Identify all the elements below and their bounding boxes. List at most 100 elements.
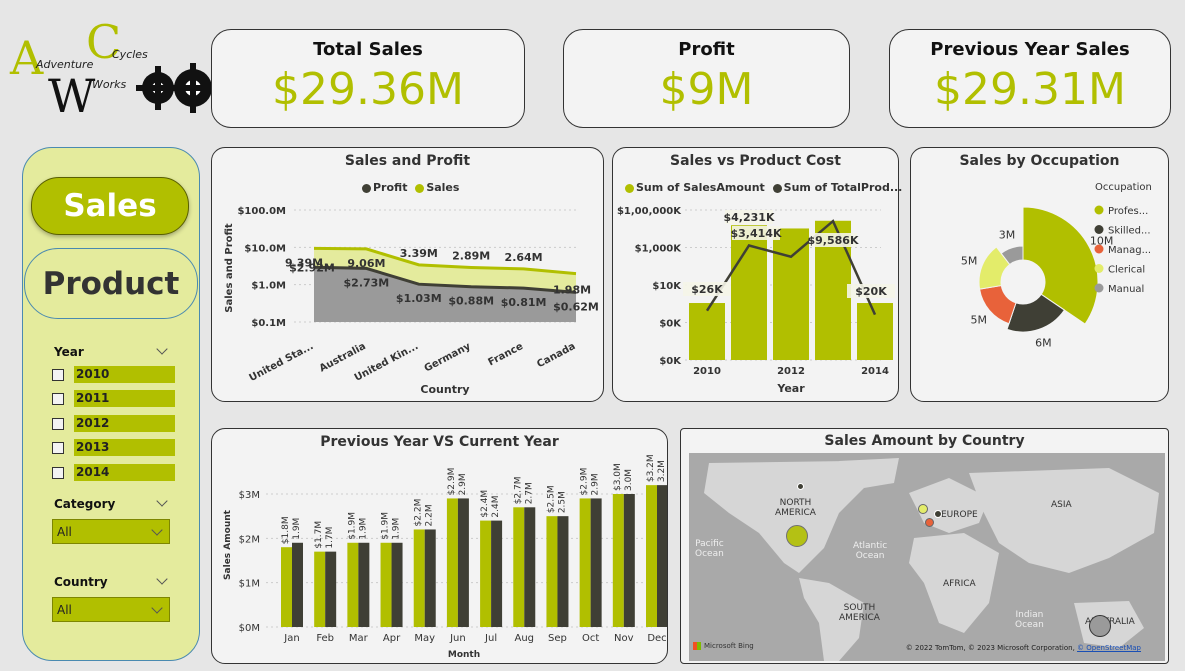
y-tick-label: $0M bbox=[239, 623, 260, 634]
y-tick-label: $3M bbox=[239, 490, 260, 501]
data-label: $1.9M bbox=[381, 512, 391, 540]
kpi-title: Previous Year Sales bbox=[930, 39, 1130, 60]
map-canvas[interactable]: NORTH AMERICA EUROPE ASIA AFRICA SOUTH A… bbox=[689, 453, 1165, 661]
x-tick-label: Feb bbox=[316, 633, 334, 644]
bar-current-year bbox=[623, 494, 635, 627]
data-label: $2.7M bbox=[513, 476, 523, 504]
bubble-france[interactable] bbox=[925, 518, 934, 527]
year-option-2010[interactable]: 2010 bbox=[52, 366, 175, 383]
data-label: $1.7M bbox=[314, 521, 324, 549]
y-tick-label: $0K bbox=[659, 356, 682, 367]
category-slicer-title: Category bbox=[54, 497, 116, 511]
y-tick-label: $10K bbox=[652, 281, 682, 292]
data-label: $1.8M bbox=[281, 516, 291, 544]
year-option-label: 2014 bbox=[74, 464, 175, 481]
checkbox[interactable] bbox=[52, 441, 64, 454]
osm-link[interactable]: © OpenStreetMap bbox=[1077, 644, 1141, 652]
year-option-2013[interactable]: 2013 bbox=[52, 439, 175, 456]
map-label-north-america: NORTH AMERICA bbox=[775, 498, 816, 518]
data-label: 2.64M bbox=[505, 251, 543, 264]
product-button[interactable]: Product bbox=[24, 248, 198, 319]
product-button-label: Product bbox=[42, 265, 180, 302]
data-label: 1.9M bbox=[358, 518, 368, 540]
map-label-south-america: SOUTH AMERICA bbox=[839, 603, 880, 623]
category-dropdown[interactable]: All bbox=[52, 519, 170, 544]
data-label: 6M bbox=[1035, 337, 1052, 350]
bubble-united-kingdom[interactable] bbox=[918, 504, 928, 514]
sales-button[interactable]: Sales bbox=[31, 177, 189, 235]
data-label: $1.9M bbox=[347, 512, 357, 540]
bar-current-year bbox=[292, 542, 303, 627]
data-label: 3.39M bbox=[400, 247, 438, 260]
sales-map[interactable]: Sales Amount by Country NORTH AMERICA EU… bbox=[680, 428, 1169, 664]
bubble-canada[interactable] bbox=[797, 483, 804, 490]
sales-vs-cost-chart[interactable]: Sales vs Product Cost Sum of SalesAmount… bbox=[612, 147, 902, 402]
data-label: 2.4M bbox=[491, 496, 501, 518]
data-label: 2.7M bbox=[524, 482, 534, 504]
x-axis-title: Year bbox=[776, 382, 805, 395]
x-tick-label: Oct bbox=[582, 633, 599, 644]
bubble-australia[interactable] bbox=[1089, 615, 1111, 637]
kpi-previous-year-sales: Previous Year Sales $29.31M bbox=[889, 29, 1171, 128]
kpi-total-sales: Total Sales $29.36M bbox=[211, 29, 525, 128]
attribution-text: © 2022 TomTom, © 2023 Microsoft Corporat… bbox=[905, 644, 1075, 652]
data-label: 5M bbox=[971, 314, 988, 327]
year-option-label: 2010 bbox=[74, 366, 175, 383]
bar-sales bbox=[773, 228, 809, 360]
legend-item: Clerical bbox=[1108, 265, 1145, 276]
data-label: $2.9M bbox=[447, 468, 457, 496]
bar-previous-year bbox=[281, 547, 292, 627]
bar-previous-year bbox=[446, 498, 458, 627]
checkbox[interactable] bbox=[52, 368, 64, 381]
prev-vs-current-plot: $3M$2M$1M$0M$1.8M 1.9MJan$1.7M 1.7MFeb$1.9… bbox=[223, 454, 667, 660]
data-label: $3,414K bbox=[731, 227, 782, 240]
map-attribution: © 2022 TomTom, © 2023 Microsoft Corporat… bbox=[906, 644, 1141, 652]
year-option-2012[interactable]: 2012 bbox=[52, 415, 175, 432]
bar-current-year bbox=[457, 498, 469, 627]
year-option-label: 2011 bbox=[74, 390, 175, 407]
logo-text-3: Works bbox=[92, 78, 126, 91]
bar-previous-year bbox=[347, 542, 359, 627]
x-tick-label: Nov bbox=[614, 633, 634, 644]
data-label: $26K bbox=[691, 283, 723, 296]
y-tick-label: $10.0M bbox=[244, 243, 286, 254]
kpi-value: $29.36M bbox=[272, 64, 464, 115]
data-label: 3.0M bbox=[624, 469, 634, 491]
data-label: $1.03M bbox=[396, 292, 442, 305]
legend-item: Manag... bbox=[1108, 245, 1151, 256]
bar-previous-year bbox=[380, 542, 392, 627]
legend-marker bbox=[1094, 283, 1104, 293]
bar-previous-year bbox=[646, 485, 657, 627]
x-tick-label: Jul bbox=[484, 633, 497, 644]
bar-current-year bbox=[491, 520, 503, 627]
year-option-2011[interactable]: 2011 bbox=[52, 390, 175, 407]
checkbox[interactable] bbox=[52, 417, 64, 430]
bar-current-year bbox=[557, 516, 569, 627]
kpi-title: Total Sales bbox=[313, 39, 423, 60]
bar-current-year bbox=[590, 498, 602, 627]
checkbox[interactable] bbox=[52, 466, 64, 479]
year-slicer-title: Year bbox=[54, 345, 84, 359]
x-tick-label: France bbox=[487, 341, 526, 369]
year-option-2014[interactable]: 2014 bbox=[52, 464, 175, 481]
kpi-value: $29.31M bbox=[934, 64, 1126, 115]
bubble-germany[interactable] bbox=[934, 510, 942, 518]
bar-current-year bbox=[524, 507, 536, 627]
x-tick-label: Jun bbox=[449, 633, 466, 644]
y-tick-label: $1.0M bbox=[251, 281, 286, 292]
legend-marker bbox=[1094, 264, 1104, 273]
country-dropdown[interactable]: All bbox=[52, 597, 170, 622]
data-label: $0.81M bbox=[501, 296, 547, 309]
checkbox[interactable] bbox=[52, 392, 64, 405]
prev-vs-current-chart[interactable]: Previous Year VS Current Year $3M $2M $1M $… bbox=[211, 428, 668, 664]
x-axis-title: Month bbox=[448, 650, 480, 660]
x-tick-label: May bbox=[414, 633, 435, 644]
sales-profit-chart[interactable]: Sales and Profit Profit Sales $100.0M $10… bbox=[211, 147, 604, 402]
bubble-united-states[interactable] bbox=[786, 525, 808, 547]
country-slicer-title: Country bbox=[54, 575, 108, 589]
occupation-chart[interactable]: Sales by Occupation 10M 6M 5M 5M 3M Occupatio… bbox=[910, 147, 1169, 402]
data-label: $20K bbox=[855, 285, 887, 298]
bar-previous-year bbox=[579, 498, 591, 627]
logo-text-1: Adventure bbox=[35, 58, 94, 71]
bar-previous-year bbox=[314, 551, 326, 627]
